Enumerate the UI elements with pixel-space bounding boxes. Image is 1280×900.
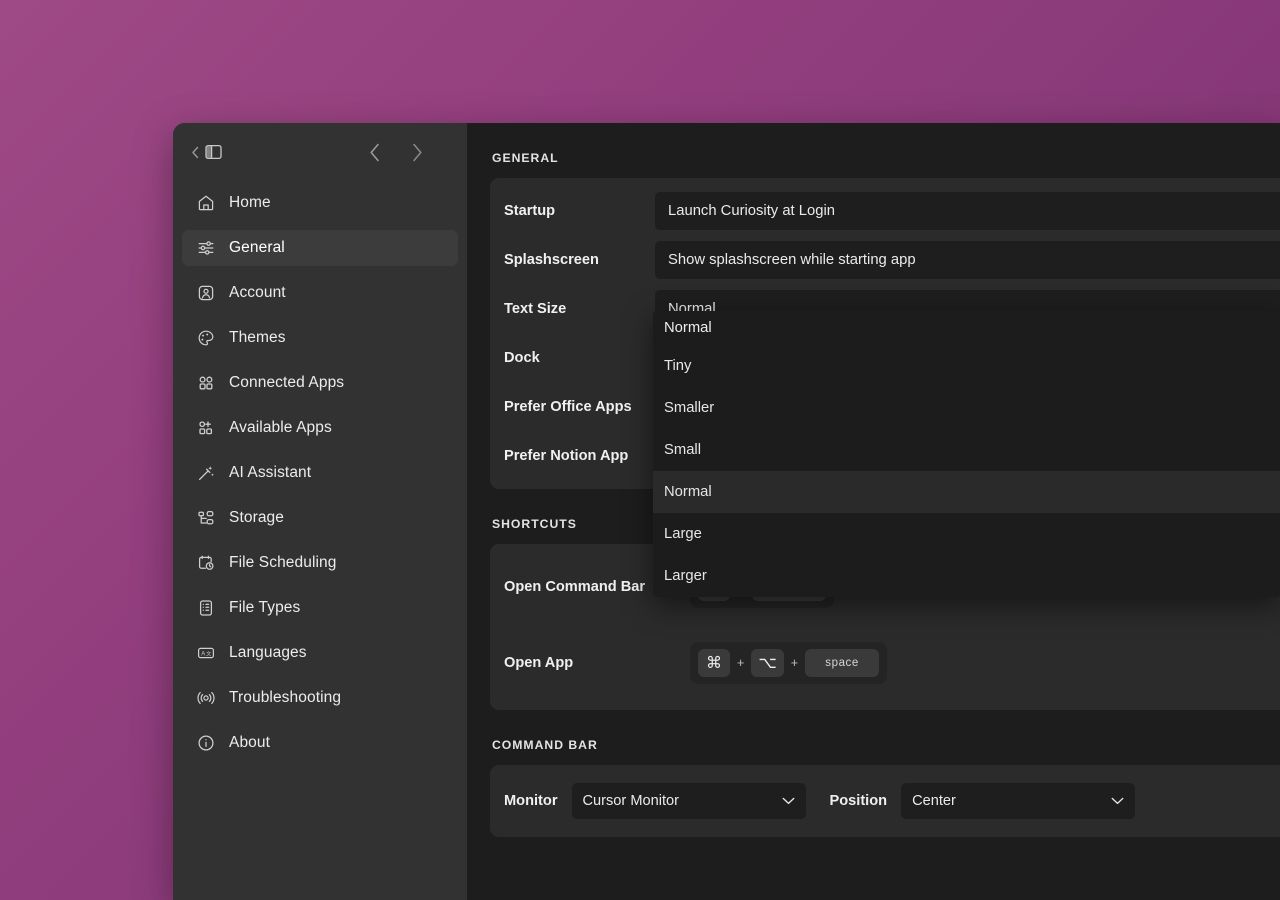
sidebar-item-label: Connected Apps	[229, 374, 345, 391]
sidebar-item-label: General	[229, 239, 285, 256]
sidebar-header	[173, 123, 467, 181]
dropdown-current-value: Normal	[653, 311, 1280, 345]
shortcut-keys-open-app[interactable]: ⌘ + ⌥ + space	[690, 642, 888, 684]
svg-text:A: A	[201, 652, 205, 658]
monitor-value: Cursor Monitor	[582, 793, 680, 809]
sidebar-item-label: Languages	[229, 644, 307, 661]
user-card-icon	[197, 284, 215, 302]
dropdown-option-smaller[interactable]: Smaller	[653, 387, 1280, 429]
setting-label: Text Size	[504, 301, 567, 317]
sidebar: Home General Account Themes Connected Ap…	[173, 123, 467, 900]
setting-label: Prefer Notion App	[504, 448, 629, 464]
sidebar-item-label: Troubleshooting	[229, 689, 342, 706]
section-label-general: GENERAL	[492, 151, 559, 165]
key-separator: +	[737, 656, 745, 670]
key-separator: +	[790, 656, 799, 670]
sidebar-item-file-scheduling[interactable]: File Scheduling	[182, 545, 458, 581]
monitor-label: Monitor	[504, 793, 558, 809]
sidebar-item-account[interactable]: Account	[182, 275, 458, 311]
sidebar-nav-list: Home General Account Themes Connected Ap…	[173, 181, 467, 761]
position-select[interactable]: Center	[901, 783, 1136, 819]
shortcut-row-open-app: Open App ⌘ + ⌥ + space	[490, 638, 1280, 688]
monitor-select[interactable]: Cursor Monitor	[571, 783, 806, 819]
sidebar-item-label: About	[229, 734, 271, 751]
sidebar-item-label: File Types	[229, 599, 301, 616]
startup-field[interactable]: Launch Curiosity at Login	[655, 192, 1280, 230]
chevron-down-icon	[782, 797, 795, 805]
key-option: ⌥	[751, 649, 784, 677]
dropdown-option-large[interactable]: Large	[653, 513, 1280, 555]
grid-apps-icon	[197, 374, 215, 392]
key-command: ⌘	[698, 649, 730, 677]
command-bar-row: Monitor Cursor Monitor Position Center	[490, 781, 1280, 821]
sidebar-item-label: Storage	[229, 509, 284, 526]
splashscreen-value: Show splashscreen while starting app	[668, 252, 916, 268]
sidebar-item-languages[interactable]: A 文 Languages	[182, 635, 458, 671]
storage-tree-icon	[197, 509, 215, 527]
dropdown-option-tiny[interactable]: Tiny	[653, 345, 1280, 387]
broadcast-icon	[197, 689, 215, 707]
nav-back-icon[interactable]	[369, 143, 381, 162]
languages-icon: A 文	[197, 644, 215, 662]
sidebar-item-label: File Scheduling	[229, 554, 337, 571]
setting-label: Splashscreen	[504, 252, 599, 268]
sidebar-item-themes[interactable]: Themes	[182, 320, 458, 356]
sidebar-toggle-icon[interactable]	[205, 144, 222, 160]
position-value: Center	[912, 793, 956, 809]
desktop-background: Home General Account Themes Connected Ap…	[0, 0, 1280, 900]
splashscreen-field[interactable]: Show splashscreen while starting app	[655, 241, 1280, 279]
key-space: space	[805, 649, 880, 677]
sidebar-item-storage[interactable]: Storage	[182, 500, 458, 536]
magic-wand-icon	[197, 464, 215, 482]
shortcut-label: Open App	[504, 655, 574, 671]
chevron-down-icon	[1111, 797, 1124, 805]
sidebar-item-general[interactable]: General	[182, 230, 458, 266]
info-icon	[197, 734, 215, 752]
home-icon	[197, 194, 215, 212]
sidebar-item-label: Themes	[229, 329, 286, 346]
sidebar-item-connected-apps[interactable]: Connected Apps	[182, 365, 458, 401]
sidebar-item-about[interactable]: About	[182, 725, 458, 761]
command-bar-card: Monitor Cursor Monitor Position Center	[490, 765, 1280, 837]
sidebar-item-label: AI Assistant	[229, 464, 312, 481]
sidebar-item-label: Available Apps	[229, 419, 332, 436]
palette-icon	[197, 329, 215, 347]
nav-forward-icon[interactable]	[411, 143, 423, 162]
setting-label: Startup	[504, 203, 556, 219]
setting-label: Prefer Office Apps	[504, 399, 632, 415]
sidebar-item-file-types[interactable]: File Types	[182, 590, 458, 626]
sidebar-item-available-apps[interactable]: Available Apps	[182, 410, 458, 446]
sidebar-item-troubleshooting[interactable]: Troubleshooting	[182, 680, 458, 716]
sidebar-item-ai-assistant[interactable]: AI Assistant	[182, 455, 458, 491]
add-apps-icon	[197, 419, 215, 437]
section-label-command-bar: COMMAND BAR	[492, 738, 598, 752]
dropdown-option-larger[interactable]: Larger	[653, 555, 1280, 597]
sliders-icon	[197, 239, 215, 257]
sidebar-item-label: Account	[229, 284, 286, 301]
sidebar-collapse-chevron-left-icon[interactable]	[191, 146, 200, 159]
setting-row-splashscreen: Splashscreen Show splashscreen while sta…	[490, 241, 1280, 279]
sidebar-item-label: Home	[229, 194, 271, 211]
sidebar-item-home[interactable]: Home	[182, 185, 458, 221]
text-size-dropdown[interactable]: Normal Tiny Smaller Small Normal Large L…	[653, 311, 1280, 597]
calendar-clock-icon	[197, 554, 215, 572]
dropdown-option-normal[interactable]: Normal	[653, 471, 1280, 513]
startup-value: Launch Curiosity at Login	[668, 203, 835, 219]
setting-row-startup: Startup Launch Curiosity at Login	[490, 192, 1280, 230]
file-list-icon	[197, 599, 215, 617]
setting-label: Dock	[504, 350, 540, 366]
svg-text:文: 文	[206, 650, 211, 657]
dropdown-option-small[interactable]: Small	[653, 429, 1280, 471]
position-label: Position	[829, 793, 888, 809]
